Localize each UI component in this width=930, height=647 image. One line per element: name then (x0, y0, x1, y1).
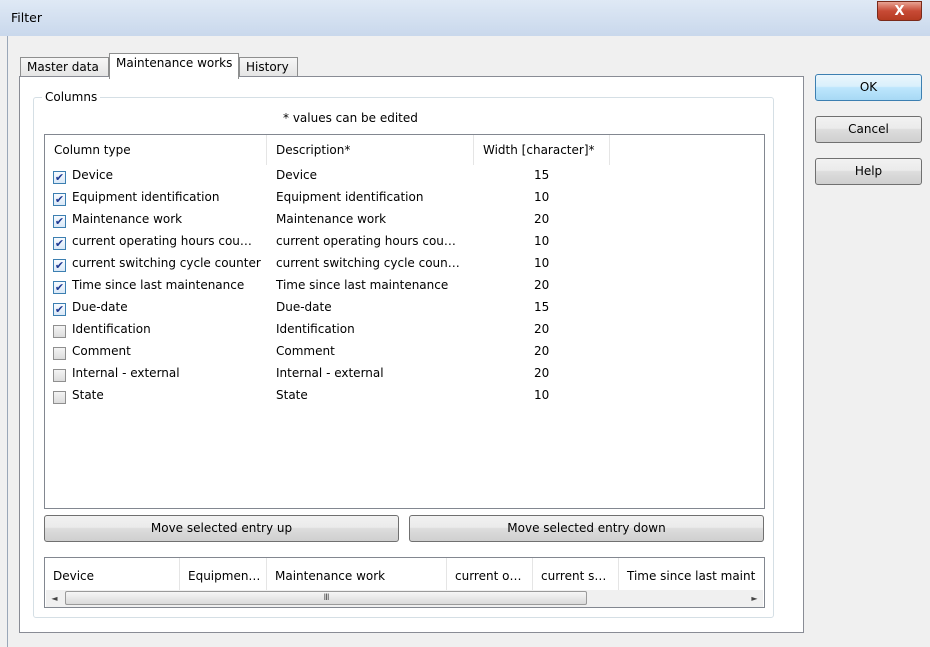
column-type: current switching cycle counter (72, 256, 261, 270)
column-description[interactable]: current operating hours cou… (276, 234, 456, 248)
scroll-right-icon[interactable]: ► (746, 590, 763, 607)
checkbox[interactable] (53, 347, 66, 360)
list-item[interactable]: Comment Comment 20 (45, 342, 764, 364)
column-width[interactable]: 20 (534, 278, 549, 292)
checkbox[interactable] (53, 391, 66, 404)
checkbox[interactable]: ✔ (53, 237, 66, 250)
column-description[interactable]: Time since last maintenance (276, 278, 448, 292)
tab-master-data[interactable]: Master data (20, 57, 109, 78)
column-type: Time since last maintenance (72, 278, 245, 292)
close-icon: X (894, 4, 905, 19)
move-down-button[interactable]: Move selected entry down (409, 515, 764, 542)
list-item[interactable]: ✔ Time since last maintenance Time since… (45, 276, 764, 298)
checkbox[interactable]: ✔ (53, 215, 66, 228)
tab-maintenance-works[interactable]: Maintenance works (109, 53, 239, 79)
list-item[interactable]: ✔ current operating hours cou… current o… (45, 232, 764, 254)
checkbox[interactable] (53, 369, 66, 382)
column-type: Comment (72, 344, 131, 358)
preview-header: Device (45, 558, 180, 590)
checkbox[interactable]: ✔ (53, 281, 66, 294)
column-width[interactable]: 20 (534, 366, 549, 380)
column-description[interactable]: Identification (276, 322, 355, 336)
list-item[interactable]: State State 10 (45, 386, 764, 408)
header-column-type[interactable]: Column type (45, 135, 267, 165)
window-left-border (7, 36, 8, 647)
column-type: Identification (72, 322, 151, 336)
columns-list-header: Column type Description* Width [characte… (45, 135, 764, 165)
checkbox[interactable]: ✔ (53, 193, 66, 206)
column-width[interactable]: 20 (534, 344, 549, 358)
column-type: Device (72, 168, 114, 182)
ok-button[interactable]: OK (815, 74, 922, 101)
preview-header: current s… (533, 558, 619, 590)
checkbox[interactable]: ✔ (53, 259, 66, 272)
preview-header: current o… (447, 558, 533, 590)
column-width[interactable]: 20 (534, 212, 549, 226)
column-preview: Device Equipmen… Maintenance work curren… (44, 557, 765, 608)
column-width[interactable]: 10 (534, 256, 549, 270)
checkbox[interactable]: ✔ (53, 303, 66, 316)
preview-header: Time since last maint (619, 558, 764, 590)
scroll-left-icon[interactable]: ◄ (46, 590, 63, 607)
column-width[interactable]: 10 (534, 234, 549, 248)
column-description[interactable]: Due-date (276, 300, 332, 314)
column-type: current operating hours cou… (72, 234, 252, 248)
list-item[interactable]: ✔ current switching cycle counter curren… (45, 254, 764, 276)
tab-history[interactable]: History (239, 57, 298, 78)
title-bar: Filter X (0, 0, 930, 36)
column-type: State (72, 388, 104, 402)
column-type: Maintenance work (72, 212, 183, 226)
preview-header: Equipmen… (180, 558, 267, 590)
column-description[interactable]: Comment (276, 344, 335, 358)
list-item[interactable]: ✔ Device Device 15 (45, 166, 764, 188)
column-type: Equipment identification (72, 190, 220, 204)
list-item[interactable]: ✔ Equipment identification Equipment ide… (45, 188, 764, 210)
cancel-button[interactable]: Cancel (815, 116, 922, 143)
checkbox[interactable]: ✔ (53, 171, 66, 184)
horizontal-scrollbar[interactable]: ◄ III ► (46, 590, 763, 607)
columns-list[interactable]: Column type Description* Width [characte… (44, 134, 765, 509)
header-width[interactable]: Width [character]* (474, 135, 610, 165)
list-item[interactable]: Identification Identification 20 (45, 320, 764, 342)
column-type: Internal - external (72, 366, 180, 380)
column-width[interactable]: 10 (534, 388, 549, 402)
editable-hint: * values can be edited (283, 111, 418, 125)
column-description[interactable]: Device (276, 168, 317, 182)
list-item[interactable]: ✔ Maintenance work Maintenance work 20 (45, 210, 764, 232)
columns-group-label: Columns (42, 90, 101, 104)
column-width[interactable]: 10 (534, 190, 549, 204)
column-description[interactable]: Equipment identification (276, 190, 423, 204)
move-up-button[interactable]: Move selected entry up (44, 515, 399, 542)
close-button[interactable]: X (877, 1, 922, 21)
column-description[interactable]: current switching cycle coun… (276, 256, 460, 270)
checkbox[interactable] (53, 325, 66, 338)
preview-header: Maintenance work (267, 558, 447, 590)
window-title: Filter (11, 10, 42, 25)
help-button[interactable]: Help (815, 158, 922, 185)
scroll-thumb[interactable]: III (65, 591, 587, 605)
column-description[interactable]: Maintenance work (276, 212, 386, 226)
column-width[interactable]: 20 (534, 322, 549, 336)
list-item[interactable]: Internal - external Internal - external … (45, 364, 764, 386)
list-item[interactable]: ✔ Due-date Due-date 15 (45, 298, 764, 320)
column-width[interactable]: 15 (534, 300, 549, 314)
column-description[interactable]: Internal - external (276, 366, 384, 380)
column-type: Due-date (72, 300, 128, 314)
header-description[interactable]: Description* (267, 135, 474, 165)
column-width[interactable]: 15 (534, 168, 549, 182)
column-description[interactable]: State (276, 388, 308, 402)
